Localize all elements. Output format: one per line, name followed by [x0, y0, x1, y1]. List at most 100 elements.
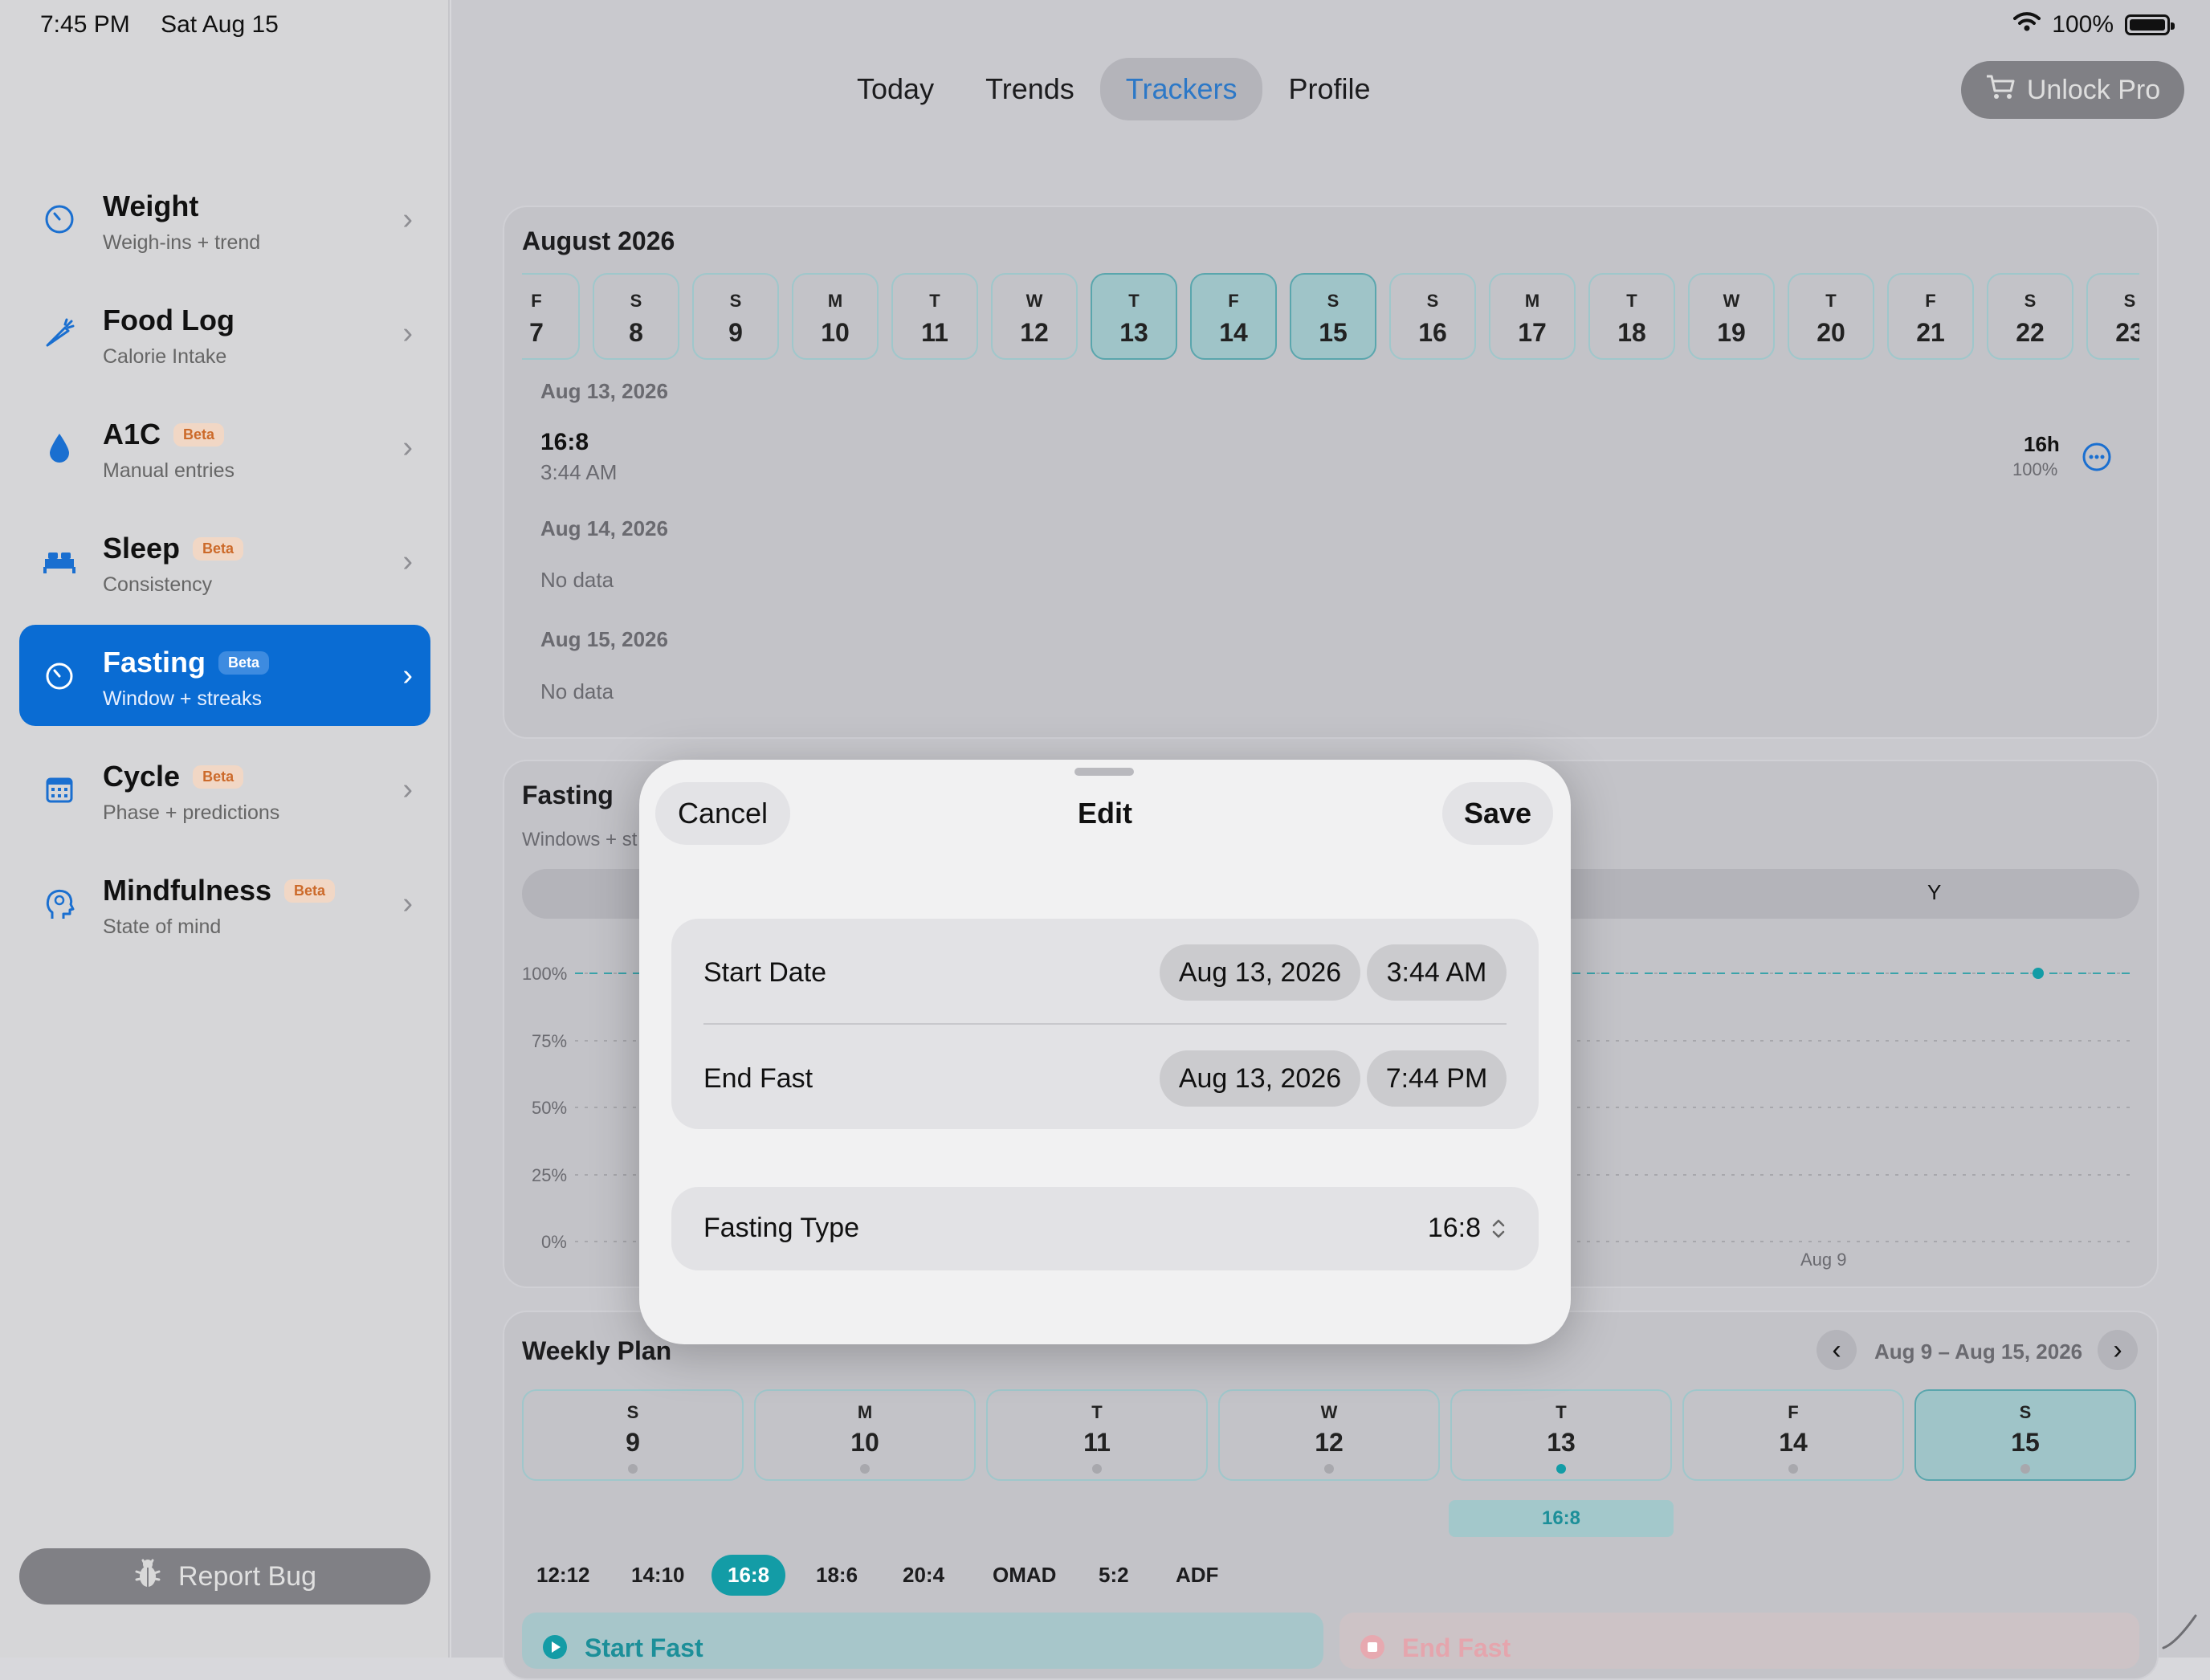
sidebar-item-fasting[interactable]: Fasting Beta Window + streaks › — [19, 625, 430, 726]
day-number: 13 — [1119, 318, 1148, 347]
day-number: 12 — [1020, 318, 1049, 347]
tab-profile[interactable]: Profile — [1262, 58, 1396, 120]
prev-week-button[interactable]: ‹ — [1817, 1330, 1857, 1370]
status-date: Sat Aug 15 — [161, 11, 279, 38]
beta-badge: Beta — [284, 879, 336, 903]
report-bug-label: Report Bug — [178, 1560, 316, 1592]
calendar-day[interactable]: T 20 — [1788, 273, 1874, 360]
weekly-plan-day[interactable]: W 12 — [1218, 1389, 1440, 1481]
report-bug-button[interactable]: Report Bug — [19, 1548, 430, 1605]
day-letter: S — [2019, 1402, 2032, 1422]
fasting-type-chip[interactable]: 12:12 — [520, 1555, 606, 1596]
calendar-day[interactable]: M 10 — [792, 273, 879, 360]
fasting-type-row[interactable]: Fasting Type 16:8 — [671, 1187, 1539, 1270]
tab-today[interactable]: Today — [831, 58, 960, 120]
calendar-day[interactable]: S 16 — [1389, 273, 1476, 360]
calendar-day[interactable]: T 18 — [1588, 273, 1675, 360]
next-week-button[interactable]: › — [2098, 1330, 2138, 1370]
head-brain-icon — [40, 884, 79, 923]
tab-trends[interactable]: Trends — [960, 58, 1100, 120]
sheet-grabber[interactable] — [1074, 768, 1134, 776]
stop-icon — [1359, 1633, 1386, 1665]
day-letter: M — [827, 291, 843, 311]
calendar-day[interactable]: S 15 — [1290, 273, 1376, 360]
plan-status-dot — [628, 1464, 638, 1474]
sidebar-item-a1c[interactable]: A1C Beta Manual entries › — [19, 397, 430, 498]
battery-icon — [2125, 14, 2175, 35]
calendar-day[interactable]: S 22 — [1987, 273, 2073, 360]
day-number: 21 — [1916, 318, 1945, 347]
weekly-plan-day[interactable]: F 14 — [1682, 1389, 1904, 1481]
calendar-day[interactable]: S9 — [692, 273, 779, 360]
weekly-plan-day[interactable]: T 11 — [986, 1389, 1208, 1481]
chevron-left-icon: ‹ — [1832, 1335, 1841, 1365]
day-number: 22 — [2016, 318, 2045, 347]
start-date-picker[interactable]: Aug 13, 2026 — [1160, 944, 1360, 1001]
y-tick: 75% — [532, 1031, 568, 1051]
day-letter: T — [1091, 1402, 1103, 1422]
unlock-pro-button[interactable]: Unlock Pro — [1961, 61, 2184, 119]
calendar-day[interactable]: F7 — [522, 273, 580, 360]
entry-time: 3:44 AM — [540, 460, 618, 484]
fasting-type-chip[interactable]: 16:8 — [712, 1555, 786, 1596]
day-letter: S — [1426, 291, 1439, 311]
sidebar-item-weight[interactable]: Weight Weigh-ins + trend › — [19, 169, 430, 270]
top-tabs: Today Trends Trackers Profile — [831, 58, 1397, 120]
plan-status-dot — [1324, 1464, 1334, 1474]
day-letter: F — [531, 291, 542, 311]
calendar-day[interactable]: S8 — [593, 273, 679, 360]
calendar-day[interactable]: T 13 — [1091, 273, 1177, 360]
calendar-day-strip[interactable]: F 7 S 8 S 9 M 10 T 11 W 12 T 13 F 14 S 15 S 16 M 17 T 18 W 19 T 20 F… — [522, 273, 2139, 361]
end-date-picker[interactable]: Aug 13, 2026 — [1160, 1050, 1360, 1107]
weekly-plan-day[interactable]: T 13 — [1450, 1389, 1672, 1481]
weekly-plan-day[interactable]: S9 — [522, 1389, 744, 1481]
weekly-plan-day[interactable]: M 10 — [754, 1389, 976, 1481]
tab-trackers[interactable]: Trackers — [1099, 58, 1263, 120]
more-options-icon[interactable] — [2082, 442, 2112, 476]
calendar-day[interactable]: F 21 — [1887, 273, 1974, 360]
fasting-type-chip[interactable]: 5:2 — [1083, 1555, 1145, 1596]
calendar-day[interactable]: F 14 — [1190, 273, 1277, 360]
start-fast-button[interactable]: Start Fast — [522, 1613, 1323, 1669]
day-letter: S — [2024, 291, 2037, 311]
sidebar-item-label: Sleep — [103, 532, 181, 565]
sidebar-item-food-log[interactable]: Food Log Calorie Intake › — [19, 283, 430, 384]
day-letter: W — [1723, 291, 1740, 311]
week-range: Aug 9 – Aug 15, 2026 — [1874, 1340, 2083, 1364]
sidebar-item-cycle[interactable]: Cycle Beta Phase + predictions › — [19, 739, 430, 840]
no-data-label: No data — [540, 679, 614, 703]
fasting-type-chip[interactable]: 14:10 — [615, 1555, 701, 1596]
start-time-picker[interactable]: 3:44 AM — [1367, 944, 1507, 1001]
sidebar-item-sleep[interactable]: Sleep Beta Consistency › — [19, 511, 430, 612]
fasting-type-chip[interactable]: OMAD — [977, 1555, 1072, 1596]
calendar-day[interactable]: W 19 — [1688, 273, 1775, 360]
sidebar-item-mindfulness[interactable]: Mindfulness Beta State of mind › — [19, 853, 430, 954]
fasting-type-chip[interactable]: ADF — [1160, 1555, 1234, 1596]
calendar-month: August 2026 — [522, 226, 675, 255]
fasting-type-chip[interactable]: 20:4 — [887, 1555, 960, 1596]
weekly-plan-day[interactable]: S 15 — [1914, 1389, 2136, 1481]
save-button[interactable]: Save — [1442, 782, 1553, 845]
entry-hours: 16h — [2024, 432, 2060, 456]
calendar-day[interactable]: T 11 — [891, 273, 978, 360]
day-letter: W — [1025, 291, 1043, 311]
tracker-list: Weight Weigh-ins + trend › Food Log Calo… — [19, 169, 430, 967]
fasting-type-chip[interactable]: 18:6 — [800, 1555, 874, 1596]
timer-icon — [40, 656, 79, 695]
status-bar: 7:45 PM Sat Aug 15 — [40, 11, 303, 39]
sidebar-item-sub: Window + streaks — [103, 687, 262, 710]
end-fast-button[interactable]: End Fast — [1339, 1613, 2139, 1669]
day-number: 9 — [626, 1428, 640, 1457]
sidebar-item-label: Weight — [103, 190, 199, 222]
beta-badge: Beta — [173, 422, 225, 447]
calendar-day[interactable]: W 12 — [991, 273, 1078, 360]
day-number: 16 — [1418, 318, 1447, 347]
calendar-day[interactable]: M 17 — [1489, 273, 1576, 360]
day-letter: M — [1524, 291, 1540, 311]
end-time-picker[interactable]: 7:44 PM — [1367, 1050, 1507, 1107]
day-letter: W — [1320, 1402, 1338, 1422]
chevron-right-icon: › — [402, 544, 413, 578]
plan-status-dot — [1788, 1464, 1798, 1474]
calendar-day[interactable]: S 23 — [2086, 273, 2139, 360]
segment-year[interactable]: Y — [1927, 880, 1941, 905]
